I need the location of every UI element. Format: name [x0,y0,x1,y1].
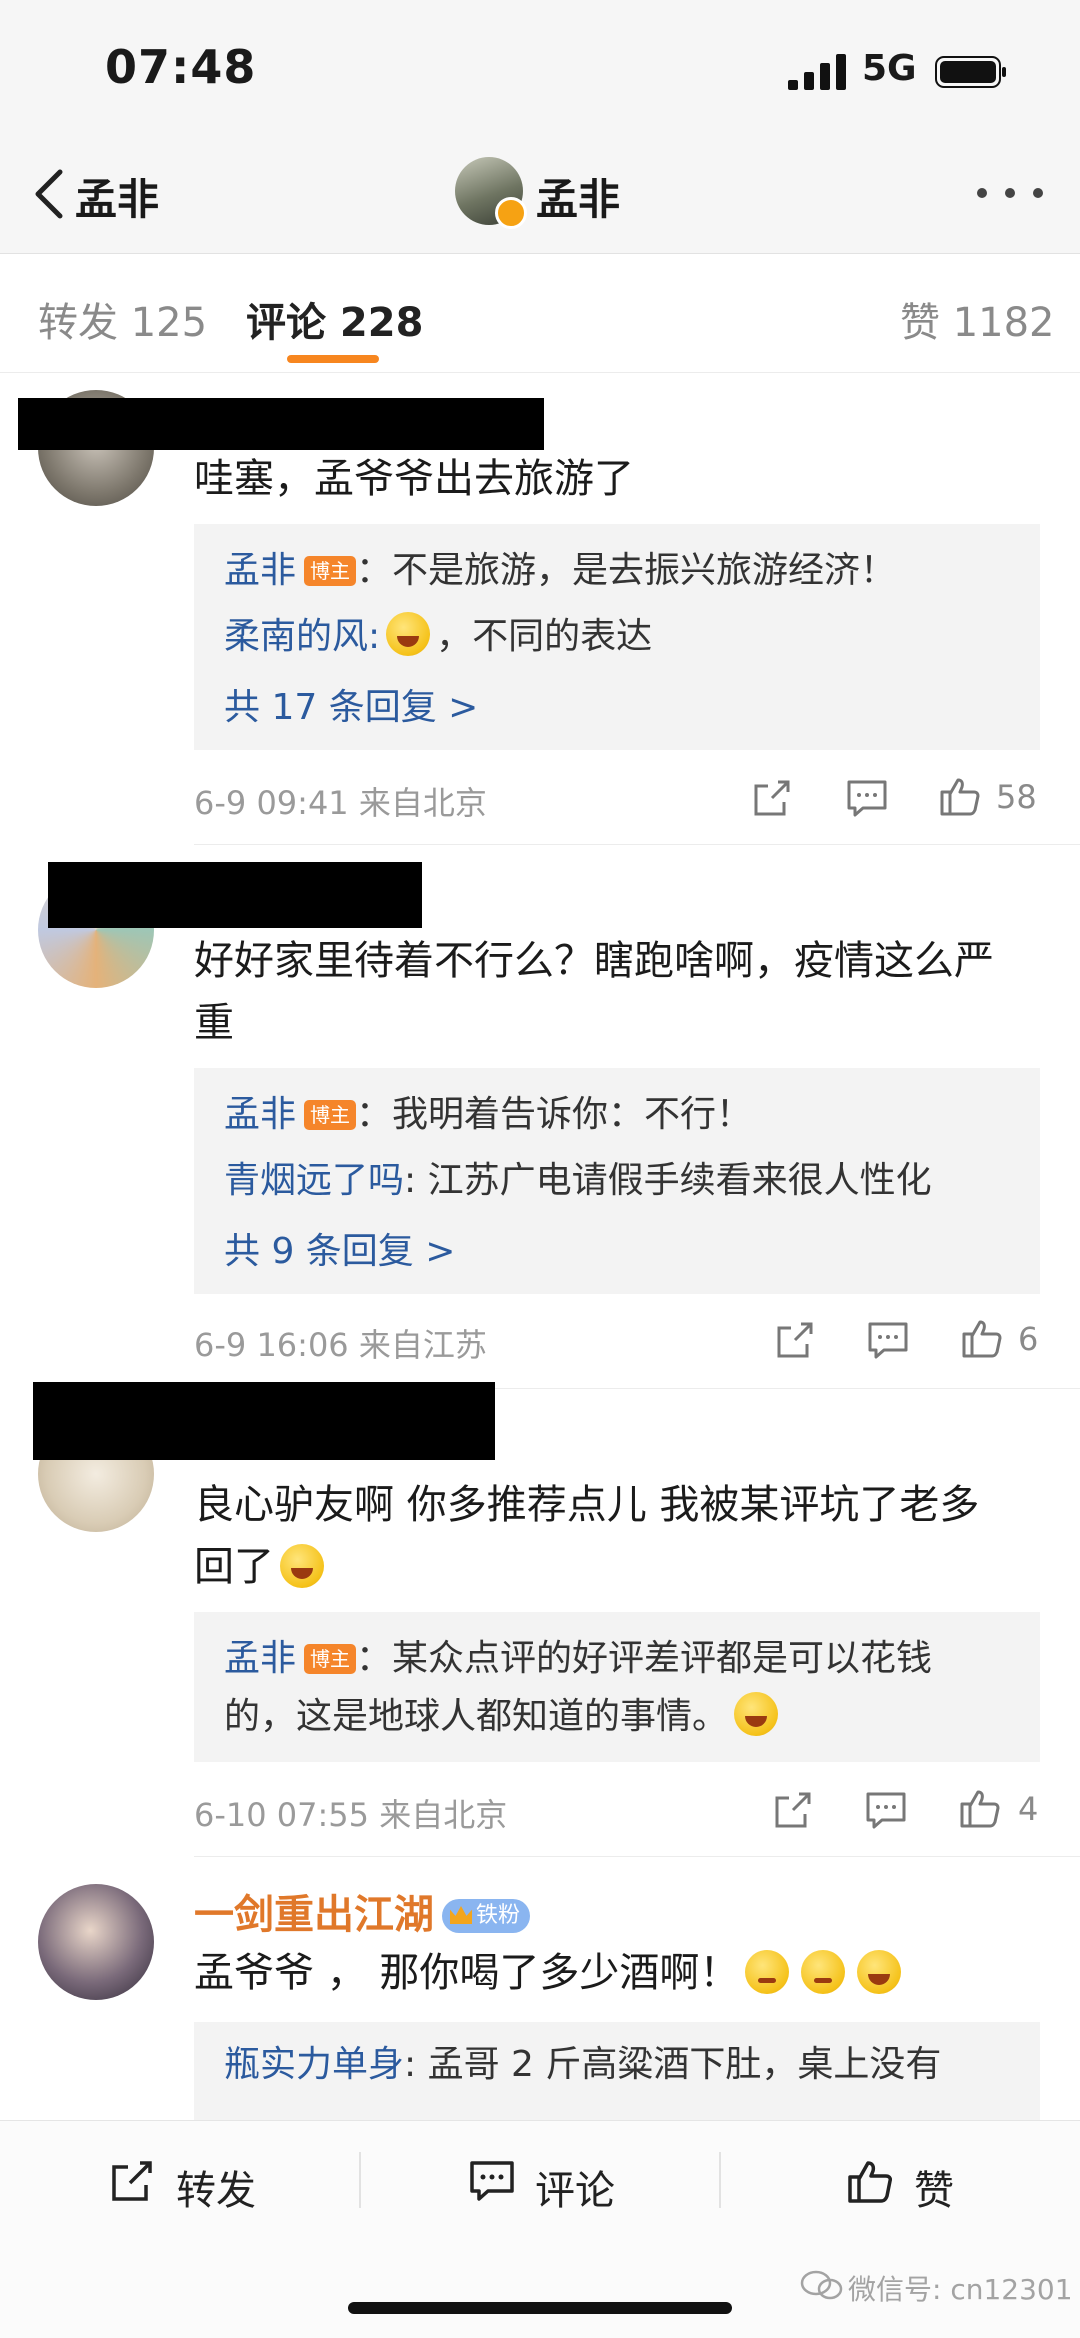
laugh-emoji-icon [280,1544,324,1588]
comment-text: 重 [194,1000,234,1046]
comment-divider [194,1856,1080,1857]
reply-text: ：不是旅游，是去振兴旅游经济！ [356,550,897,591]
comment-location: 来自北京 [379,1796,508,1834]
comment-meta: 6-10 07:55 来自北京 [194,1790,507,1836]
blogger-tag: 博主 [304,1644,357,1674]
bar-separator [359,2152,361,2208]
comment-icon[interactable] [845,776,889,820]
like-count: 4 [1018,1790,1039,1828]
bar-separator [719,2152,721,2208]
commenter-avatar[interactable] [38,1884,154,2000]
author-avatar[interactable] [455,157,527,229]
comment-text-line: 回了 [194,1544,274,1590]
crown-icon [450,1906,472,1924]
home-indicator[interactable] [348,2302,732,2314]
page-title: 孟非 [536,175,621,224]
reply-user[interactable]: 孟非 [224,550,296,591]
comment-time: 6-9 16:06 [194,1326,349,1364]
signal-icon [788,54,846,90]
comment-bubble-icon[interactable] [468,2157,516,2205]
comment-button[interactable]: 评论 [535,2158,615,2216]
like-icon[interactable] [958,1786,1002,1830]
like-button[interactable]: 赞 [914,2158,954,2216]
comment-text: 回了 [194,1536,330,1598]
share-icon[interactable] [773,1318,817,1362]
active-tab-indicator [287,355,379,363]
reply-text: : 孟哥 2 斤高粱酒下肚，桌上没有 [404,2044,942,2085]
wechat-icon [800,2270,843,2300]
fan-badge: 铁粉 [442,1899,531,1933]
like-count: 6 [1018,1320,1039,1358]
blogger-tag: 博主 [304,556,357,586]
share-icon[interactable] [771,1788,815,1832]
grin-emoji-icon [734,1692,779,1736]
like-icon[interactable] [960,1316,1004,1360]
fan-badge-label: 铁粉 [476,1903,521,1928]
watermark: 微信号: cn12301 [848,2273,1073,2306]
back-arrow-icon[interactable] [30,166,70,222]
grin-emoji-icon [857,1950,902,1994]
reply-line: 的，这是地球人都知道的事情。 [224,1690,784,1744]
comment-time: 6-9 09:41 [194,784,349,822]
more-icon[interactable] [975,186,1045,200]
redacted-username [48,862,422,928]
tab-likes[interactable]: 赞 1182 [900,290,1055,348]
comment-meta: 6-9 16:06 来自江苏 [194,1320,487,1366]
thinking-emoji-icon [801,1950,846,1994]
redacted-username [33,1382,495,1460]
reply-text: ，不同的表达 [436,616,653,657]
back-label[interactable]: 孟非 [75,166,159,227]
reply-text: 的，这是地球人都知道的事情。 [224,1696,729,1737]
comment-text: 好好家里待着不行么？瞎跑啥啊，疫情这么严 [194,938,994,984]
comment-time: 6-10 07:55 [194,1796,370,1834]
reply-user[interactable]: 青烟远了吗 [224,1160,404,1201]
comment-text: 孟爷爷 ， 那你喝了多少酒啊！ [194,1942,907,2004]
reply-line: 青烟远了吗: 江苏广电请假手续看来很人性化 [224,1154,932,1208]
comment-location: 来自北京 [358,784,487,822]
comment-text: 良心驴友啊 你多推荐点儿 我被某评坑了老多 [194,1482,980,1528]
reply-line: 柔南的风: ，不同的表达 [224,610,652,664]
reply-line: 孟非 博主 ：不是旅游，是去振兴旅游经济！ [224,544,896,598]
comment-divider [194,844,1080,845]
reply-user[interactable]: 柔南的风 [224,616,368,657]
comment-text-line: 孟爷爷 ， 那你喝了多少酒啊！ [194,1950,740,1996]
tab-repost[interactable]: 转发 125 [38,290,207,348]
verified-icon [495,197,527,229]
like-icon[interactable] [938,774,982,818]
comment-icon[interactable] [864,1788,908,1832]
like-count: 58 [996,778,1037,816]
thumbs-up-icon[interactable] [846,2157,894,2205]
reply-line: 孟非 博主 ：某众点评的好评差评都是可以花钱 [224,1632,932,1686]
reply-text: ：某众点评的好评差评都是可以花钱 [356,1638,933,1679]
reply-user[interactable]: 孟非 [224,1094,296,1135]
comment-location: 来自江苏 [358,1326,487,1364]
comment-icon[interactable] [866,1318,910,1362]
thinking-emoji-icon [745,1950,790,1994]
commenter-name[interactable]: 一剑重出江湖 [194,1892,434,1938]
blogger-tag: 博主 [304,1100,357,1130]
commenter-name-row: 一剑重出江湖 铁粉 [194,1882,531,1940]
redacted-username [18,398,544,450]
comment-text: 哇塞，孟爷爷出去旅游了 [194,456,634,502]
share-icon[interactable] [750,776,794,820]
tab-comments[interactable]: 评论 228 [246,290,423,348]
reply-text: : 江苏广电请假手续看来很人性化 [404,1160,932,1201]
more-replies-link[interactable]: 共 17 条回复 > [224,678,478,730]
reply-line: 瓶实力单身: 孟哥 2 斤高粱酒下肚，桌上没有 [224,2038,941,2092]
reply-user[interactable]: 孟非 [224,1638,296,1679]
network-label: 5G [862,48,917,89]
battery-icon [935,56,1006,88]
comment-meta: 6-9 09:41 来自北京 [194,778,487,824]
reply-line: 孟非 博主 ：我明着告诉你：不行！ [224,1088,752,1142]
reply-user[interactable]: 瓶实力单身 [224,2044,404,2085]
repost-button[interactable]: 转发 [176,2158,256,2216]
grin-emoji-icon [386,612,431,656]
status-time: 07:48 [105,40,257,94]
more-replies-link[interactable]: 共 9 条回复 > [224,1222,455,1274]
reply-text: ：我明着告诉你：不行！ [356,1094,753,1135]
repost-icon[interactable] [108,2157,156,2205]
